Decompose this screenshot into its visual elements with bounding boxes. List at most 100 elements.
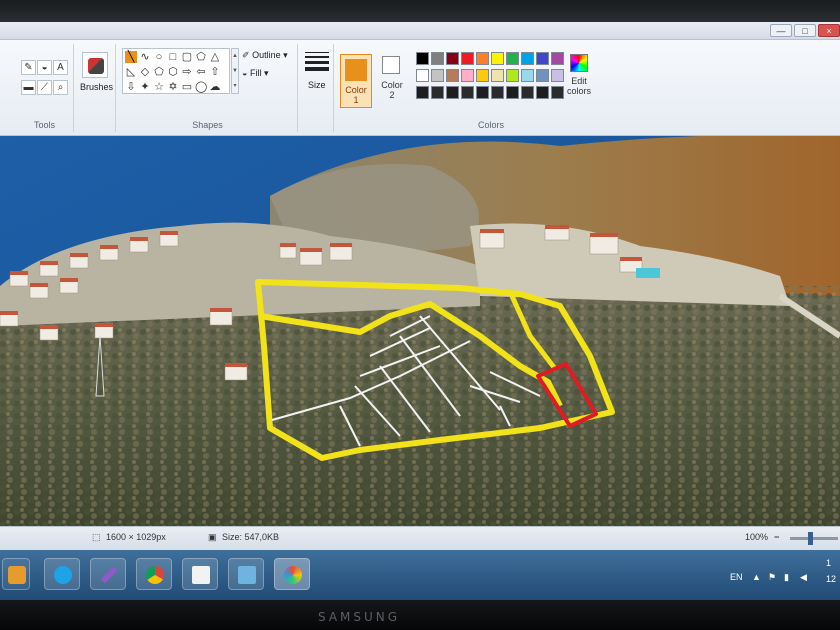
palette-color-8[interactable] xyxy=(536,52,549,65)
palette-color-9[interactable] xyxy=(551,52,564,65)
color2-button[interactable]: Color 2 xyxy=(378,54,406,108)
taskbar-paint[interactable] xyxy=(274,558,310,590)
brushes-label: Brushes xyxy=(80,82,114,92)
palette-color-16[interactable] xyxy=(506,69,519,82)
palette-color-24[interactable] xyxy=(476,86,489,99)
image-dimensions: 1600 × 1029px xyxy=(106,532,166,542)
magnifier-icon[interactable]: ⌕ xyxy=(53,80,68,95)
shapes-gallery[interactable]: ╲ ∿ ○ □ ▢ ⬠ △ ◺ ◇ ⬠ ⬡ ⇨ ⇦ ⇧ ⇩ ✦ ☆ ✡ ▭ ◯ xyxy=(122,48,230,94)
pentagon-shape-icon[interactable]: ⬠ xyxy=(153,66,165,78)
palette-color-0[interactable] xyxy=(416,52,429,65)
palette-color-4[interactable] xyxy=(476,52,489,65)
brushes-group[interactable]: Brushes xyxy=(76,44,116,132)
palette-color-26[interactable] xyxy=(506,86,519,99)
arrow-down-shape-icon[interactable]: ⇩ xyxy=(125,81,137,93)
status-bar: ⬚ 1600 × 1029px ▣ Size: 547,0KB 100% − xyxy=(0,526,840,550)
close-button[interactable]: × xyxy=(818,24,840,37)
taskbar-chrome[interactable] xyxy=(136,558,172,590)
edit-colors-button[interactable]: Edit colors xyxy=(566,54,592,108)
palette-color-13[interactable] xyxy=(461,69,474,82)
palette-color-20[interactable] xyxy=(416,86,429,99)
language-indicator[interactable]: EN xyxy=(730,572,743,582)
zoom-out-button[interactable]: − xyxy=(774,532,779,542)
star6-shape-icon[interactable]: ✡ xyxy=(167,81,179,93)
right-triangle-shape-icon[interactable]: ◺ xyxy=(125,66,137,78)
callout-cloud-shape-icon[interactable]: ☁ xyxy=(209,81,221,93)
eraser-icon[interactable]: ▬ xyxy=(21,80,36,95)
palette-color-6[interactable] xyxy=(506,52,519,65)
palette-color-11[interactable] xyxy=(431,69,444,82)
palette-color-25[interactable] xyxy=(491,86,504,99)
volume-icon[interactable]: ◀ xyxy=(800,572,807,583)
skype-icon xyxy=(54,566,72,584)
star4-shape-icon[interactable]: ✦ xyxy=(139,81,151,93)
palette-color-3[interactable] xyxy=(461,52,474,65)
shapes-scroll[interactable]: ▲ ▼ ▾ xyxy=(231,48,239,94)
palette-color-29[interactable] xyxy=(551,86,564,99)
tools-group: ✎ ◒ A ▬ ⟋ ⌕ Tools xyxy=(16,44,74,132)
brush-icon xyxy=(82,52,108,78)
image-dimensions-icon: ⬚ xyxy=(92,532,101,542)
palette-color-1[interactable] xyxy=(431,52,444,65)
color-picker-icon[interactable]: ⟋ xyxy=(37,80,52,95)
fill-button[interactable]: ◒ Fill ▾ xyxy=(242,68,268,79)
triangle-shape-icon[interactable]: △ xyxy=(209,51,221,63)
canvas-area[interactable] xyxy=(0,136,840,526)
callout-rect-shape-icon[interactable]: ▭ xyxy=(181,81,193,93)
palette-color-12[interactable] xyxy=(446,69,459,82)
curve-shape-icon[interactable]: ∿ xyxy=(139,51,151,63)
pencil-icon[interactable]: ✎ xyxy=(21,60,36,75)
diamond-shape-icon[interactable]: ◇ xyxy=(139,66,151,78)
size-group[interactable]: Size xyxy=(300,44,334,132)
screen: — □ × ✎ ◒ A ▬ ⟋ ⌕ Tools Brushes ╲ ∿ ○ □ … xyxy=(0,22,840,602)
text-icon[interactable]: A xyxy=(53,60,68,75)
color1-button[interactable]: Color 1 xyxy=(340,54,372,108)
rounded-rect-shape-icon[interactable]: ▢ xyxy=(181,51,193,63)
palette-color-18[interactable] xyxy=(536,69,549,82)
monitor-bezel-bottom: SAMSUNG xyxy=(0,600,840,630)
palette-color-19[interactable] xyxy=(551,69,564,82)
rectangle-shape-icon[interactable]: □ xyxy=(167,51,179,63)
palette-color-23[interactable] xyxy=(461,86,474,99)
fill-bucket-icon[interactable]: ◒ xyxy=(37,60,52,75)
taskbar-task-manager[interactable] xyxy=(182,558,218,590)
palette-color-15[interactable] xyxy=(491,69,504,82)
taskbar-photo-viewer[interactable] xyxy=(228,558,264,590)
dropdown-arrow-icon: ▾ xyxy=(280,50,288,60)
palette-color-17[interactable] xyxy=(521,69,534,82)
maximize-button[interactable]: □ xyxy=(794,24,816,37)
tray-up-arrow-icon[interactable]: ▲ xyxy=(752,572,761,582)
arrow-up-shape-icon[interactable]: ⇧ xyxy=(209,66,221,78)
palette-color-14[interactable] xyxy=(476,69,489,82)
palette-color-28[interactable] xyxy=(536,86,549,99)
star5-shape-icon[interactable]: ☆ xyxy=(153,81,165,93)
zoom-slider[interactable] xyxy=(790,537,838,540)
palette-color-21[interactable] xyxy=(431,86,444,99)
oval-shape-icon[interactable]: ○ xyxy=(153,51,165,63)
palette-color-27[interactable] xyxy=(521,86,534,99)
taskbar-pen-app[interactable] xyxy=(90,558,126,590)
zoom-slider-thumb[interactable] xyxy=(808,532,813,545)
callout-oval-shape-icon[interactable]: ◯ xyxy=(195,81,207,93)
file-size-icon: ▣ xyxy=(208,532,217,542)
clock-date[interactable]: 12 xyxy=(826,574,836,584)
hexagon-shape-icon[interactable]: ⬡ xyxy=(167,66,179,78)
chart-icon xyxy=(192,566,210,584)
palette-color-22[interactable] xyxy=(446,86,459,99)
arrow-right-shape-icon[interactable]: ⇨ xyxy=(181,66,193,78)
palette-color-5[interactable] xyxy=(491,52,504,65)
flag-icon[interactable]: ⚑ xyxy=(768,572,776,583)
palette-color-10[interactable] xyxy=(416,69,429,82)
palette-color-2[interactable] xyxy=(446,52,459,65)
polygon-shape-icon[interactable]: ⬠ xyxy=(195,51,207,63)
taskbar-skype[interactable] xyxy=(44,558,80,590)
network-icon[interactable]: ▮ xyxy=(784,572,789,583)
shapes-group: ╲ ∿ ○ □ ▢ ⬠ △ ◺ ◇ ⬠ ⬡ ⇨ ⇦ ⇧ ⇩ ✦ ☆ ✡ ▭ ◯ xyxy=(118,44,298,132)
outline-button[interactable]: ✐ Outline ▾ xyxy=(242,50,288,61)
minimize-button[interactable]: — xyxy=(770,24,792,37)
clock-time[interactable]: 1 xyxy=(826,558,831,568)
palette-color-7[interactable] xyxy=(521,52,534,65)
arrow-left-shape-icon[interactable]: ⇦ xyxy=(195,66,207,78)
taskbar-media-player[interactable] xyxy=(2,558,30,590)
line-shape-icon[interactable]: ╲ xyxy=(125,51,137,63)
